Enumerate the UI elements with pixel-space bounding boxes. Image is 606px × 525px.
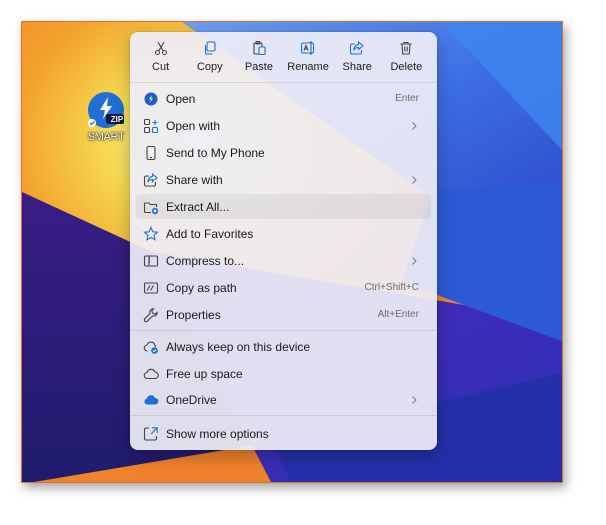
menu-item-label: Copy as path <box>166 280 237 295</box>
menu-item-label: Share with <box>166 172 223 187</box>
menu-item-label: Properties <box>166 307 221 322</box>
context-menu-toolbar: Cut Copy Paste Rename Share Delete <box>130 32 437 82</box>
paste-label: Paste <box>244 61 273 73</box>
chevron-right-icon <box>412 256 417 265</box>
menu-item-compress-to[interactable]: Compress to... <box>136 248 431 273</box>
menu-item-show-more-options[interactable]: Show more options <box>136 421 431 446</box>
delete-button[interactable]: Delete <box>382 32 430 82</box>
phone-icon <box>146 145 156 160</box>
menu-item-copy-as-path[interactable]: Copy as path Ctrl+Shift+C <box>136 275 431 300</box>
share-with-icon <box>143 172 158 187</box>
menu-item-send-to-phone[interactable]: Send to My Phone <box>136 140 431 165</box>
menu-item-open[interactable]: Open Enter <box>136 86 431 111</box>
cut-button[interactable]: Cut <box>137 32 185 82</box>
compress-icon <box>143 254 159 267</box>
path-icon <box>143 281 159 294</box>
copy-icon <box>204 41 216 55</box>
open-icon <box>144 92 158 105</box>
menu-item-extract-all[interactable]: Extract All... <box>136 194 431 219</box>
extract-icon <box>143 201 159 214</box>
desktop-icon-label: SMART <box>87 131 125 143</box>
menu-item-label: Send to My Phone <box>166 145 265 160</box>
menu-item-label: Show more options <box>166 426 269 441</box>
open-with-icon <box>143 118 159 133</box>
menu-item-share-with[interactable]: Share with <box>136 167 431 192</box>
rename-button[interactable]: Rename <box>284 32 332 82</box>
zip-badge-text: ZIP <box>110 115 124 124</box>
menu-item-label: Compress to... <box>166 253 245 268</box>
clipboard-icon <box>253 40 266 56</box>
zip-file-desktop-icon[interactable]: ZIP SMART <box>83 90 129 143</box>
paste-button[interactable]: Paste <box>235 32 283 82</box>
menu-item-label: Open with <box>166 118 221 133</box>
trash-icon <box>400 41 412 55</box>
more-options-icon <box>143 426 158 441</box>
context-menu: Cut Copy Paste Rename Share Delete Open … <box>130 32 437 450</box>
shortcut-text: Alt+Enter <box>377 309 419 320</box>
share-label: Share <box>342 61 372 73</box>
menu-item-properties[interactable]: Properties Alt+Enter <box>136 302 431 327</box>
wrench-icon <box>143 307 158 322</box>
star-icon <box>143 225 159 241</box>
shortcut-text: Ctrl+Shift+C <box>364 282 419 293</box>
menu-item-open-with[interactable]: Open with <box>136 113 431 138</box>
delete-label: Delete <box>390 61 423 73</box>
onedrive-icon <box>144 394 159 404</box>
menu-item-label: Open <box>166 91 196 106</box>
zip-archive-icon <box>88 92 124 128</box>
screenshot-frame: ZIP SMART Cut Copy Paste Rename Share De… <box>21 21 563 483</box>
cloud-keep-icon <box>143 341 158 354</box>
chevron-right-icon <box>412 395 417 404</box>
menu-item-free-up-space[interactable]: Free up space <box>136 361 431 386</box>
copy-label: Copy <box>196 61 223 73</box>
menu-item-label: OneDrive <box>166 392 217 407</box>
menu-item-label: Extract All... <box>166 199 230 214</box>
menu-divider <box>130 330 437 331</box>
menu-divider <box>130 415 437 416</box>
menu-item-label: Always keep on this device <box>166 339 311 354</box>
share-button[interactable]: Share <box>333 32 381 82</box>
scissors-icon <box>154 41 167 56</box>
cut-label: Cut <box>152 61 170 73</box>
share-icon <box>350 40 365 55</box>
rename-icon <box>300 41 315 55</box>
menu-item-add-to-favorites[interactable]: Add to Favorites <box>136 221 431 246</box>
shortcut-text: Enter <box>395 93 419 104</box>
chevron-right-icon <box>412 175 417 184</box>
menu-item-label: Free up space <box>166 366 243 381</box>
chevron-right-icon <box>412 121 417 130</box>
copy-button[interactable]: Copy <box>186 32 234 82</box>
menu-item-always-keep[interactable]: Always keep on this device <box>136 334 431 359</box>
cloud-outline-icon <box>143 368 159 379</box>
rename-label: Rename <box>287 61 329 73</box>
menu-item-label: Add to Favorites <box>166 226 254 241</box>
menu-item-onedrive[interactable]: OneDrive <box>136 387 431 412</box>
menu-divider <box>130 82 437 83</box>
